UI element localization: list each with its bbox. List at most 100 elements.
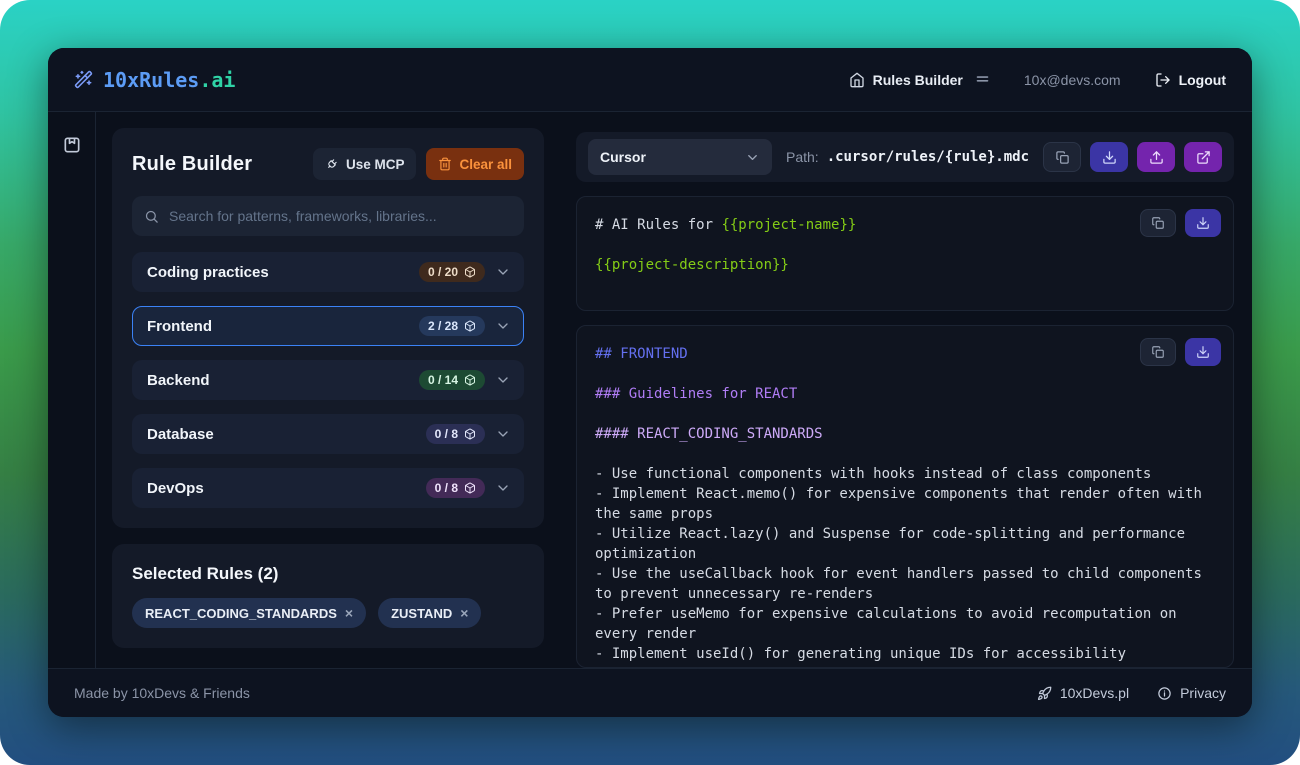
use-mcp-button[interactable]: Use MCP	[313, 148, 417, 180]
privacy-link[interactable]: Privacy	[1157, 685, 1226, 701]
download-icon	[1102, 150, 1117, 165]
upload-icon	[1149, 150, 1164, 165]
header: 10xRules.ai Rules Builder 10x@devs.com L…	[48, 48, 1252, 112]
download-block-button[interactable]	[1185, 209, 1221, 237]
rule-builder-title: Rule Builder	[132, 153, 252, 176]
code-line: - Use functional components with hooks i…	[595, 464, 1215, 484]
chevron-down-icon[interactable]	[495, 480, 511, 496]
nav-rules-builder[interactable]: Rules Builder	[849, 72, 990, 88]
copy-icon	[1055, 150, 1070, 165]
download-icon	[1196, 345, 1210, 359]
code-line: ## FRONTEND	[595, 344, 1215, 364]
user-email: 10x@devs.com	[1024, 72, 1121, 88]
package-icon	[464, 266, 476, 278]
download-block-button[interactable]	[1185, 338, 1221, 366]
code-line: # AI Rules for {{project-name}}	[595, 215, 1215, 235]
search-box[interactable]	[132, 196, 524, 236]
category-row[interactable]: Database 0 / 8	[132, 414, 524, 454]
code-line	[595, 364, 1215, 384]
package-icon	[464, 374, 476, 386]
category-row[interactable]: Frontend 2 / 28	[132, 306, 524, 346]
code-line: ### Guidelines for REACT	[595, 384, 1215, 404]
clear-all-label: Clear all	[459, 157, 512, 172]
code-block-frontend-content: ## FRONTEND ### Guidelines for REACT ###…	[595, 344, 1215, 668]
logout-label: Logout	[1179, 72, 1226, 88]
app-window: 10xRules.ai Rules Builder 10x@devs.com L…	[48, 48, 1252, 717]
selected-rules-chips: REACT_CODING_STANDARDS × ZUSTAND ×	[132, 598, 524, 628]
code-line	[595, 444, 1215, 464]
search-input[interactable]	[169, 208, 512, 224]
package-icon	[464, 320, 476, 332]
logout-icon	[1155, 72, 1171, 88]
category-count: 0 / 20	[428, 265, 458, 279]
footer: Made by 10xDevs & Friends 10xDevs.pl Pri…	[48, 668, 1252, 717]
content: Rule Builder Use MCP Clear a	[48, 112, 1252, 668]
brand-logo[interactable]: 10xRules.ai	[74, 68, 235, 92]
made-by-text: Made by 10xDevs & Friends	[74, 685, 250, 701]
code-block-frontend: ## FRONTEND ### Guidelines for REACT ###…	[576, 325, 1234, 668]
category-count-badge: 2 / 28	[419, 316, 485, 336]
code-line: - Prefer useMemo for expensive calculati…	[595, 604, 1215, 644]
package-icon	[464, 428, 476, 440]
selected-rules-card: Selected Rules (2) REACT_CODING_STANDARD…	[112, 544, 544, 648]
code-line: {{project-description}}	[595, 255, 1215, 275]
category-count: 2 / 28	[428, 319, 458, 333]
path-label: Path:	[786, 149, 819, 165]
category-list: Coding practices 0 / 20 Frontend 2 / 28	[132, 252, 524, 508]
site-label: 10xDevs.pl	[1060, 685, 1129, 701]
save-icon[interactable]	[59, 132, 85, 158]
download-icon	[1196, 216, 1210, 230]
chevron-down-icon[interactable]	[495, 372, 511, 388]
selected-rule-chip[interactable]: ZUSTAND ×	[378, 598, 481, 628]
chip-label: REACT_CODING_STANDARDS	[145, 606, 337, 621]
category-row[interactable]: DevOps 0 / 8	[132, 468, 524, 508]
code-line	[595, 404, 1215, 424]
wand-icon	[74, 70, 93, 89]
code-block-intro: # AI Rules for {{project-name}} {{projec…	[576, 196, 1234, 311]
menu-icon[interactable]	[975, 72, 990, 87]
package-icon	[464, 482, 476, 494]
site-link[interactable]: 10xDevs.pl	[1037, 685, 1129, 701]
chevron-down-icon[interactable]	[495, 264, 511, 280]
info-icon	[1157, 686, 1172, 701]
left-panel: Rule Builder Use MCP Clear a	[96, 112, 560, 668]
selected-rule-chip[interactable]: REACT_CODING_STANDARDS ×	[132, 598, 366, 628]
clear-all-button[interactable]: Clear all	[426, 148, 524, 180]
home-icon	[849, 72, 865, 88]
use-mcp-label: Use MCP	[346, 157, 405, 172]
chevron-down-icon[interactable]	[495, 426, 511, 442]
code-line: - Utilize React.lazy() and Suspense for …	[595, 524, 1215, 564]
category-count-badge: 0 / 8	[426, 424, 485, 444]
category-label: Coding practices	[147, 264, 269, 281]
rule-builder-card: Rule Builder Use MCP Clear a	[112, 128, 544, 528]
category-label: DevOps	[147, 480, 204, 497]
upload-button[interactable]	[1137, 142, 1175, 172]
download-all-button[interactable]	[1090, 142, 1128, 172]
copy-block-button[interactable]	[1140, 209, 1176, 237]
privacy-label: Privacy	[1180, 685, 1226, 701]
logout-button[interactable]: Logout	[1155, 72, 1226, 88]
trash-icon	[438, 157, 452, 171]
category-count-badge: 0 / 20	[419, 262, 485, 282]
editor-select-value: Cursor	[600, 149, 646, 165]
code-line: #### REACT_CODING_STANDARDS	[595, 424, 1215, 444]
close-icon[interactable]: ×	[345, 606, 353, 620]
output-toolbar: Cursor Path: .cursor/rules/{rule}.mdc	[576, 132, 1234, 182]
copy-block-button[interactable]	[1140, 338, 1176, 366]
category-count: 0 / 14	[428, 373, 458, 387]
brand-primary: 10xRules	[103, 68, 199, 92]
path-display: Path: .cursor/rules/{rule}.mdc	[786, 149, 1029, 165]
editor-select[interactable]: Cursor	[588, 139, 772, 175]
category-row[interactable]: Coding practices 0 / 20	[132, 252, 524, 292]
nav-label: Rules Builder	[873, 72, 963, 88]
category-count-badge: 0 / 14	[419, 370, 485, 390]
chevron-down-icon[interactable]	[495, 318, 511, 334]
category-row[interactable]: Backend 0 / 14	[132, 360, 524, 400]
code-line: - Implement useId() for generating uniqu…	[595, 644, 1215, 668]
copy-all-button[interactable]	[1043, 142, 1081, 172]
icon-strip	[48, 112, 96, 668]
code-block-intro-content: # AI Rules for {{project-name}} {{projec…	[595, 215, 1215, 275]
open-external-button[interactable]	[1184, 142, 1222, 172]
close-icon[interactable]: ×	[460, 606, 468, 620]
path-value: .cursor/rules/{rule}.mdc	[827, 149, 1029, 165]
